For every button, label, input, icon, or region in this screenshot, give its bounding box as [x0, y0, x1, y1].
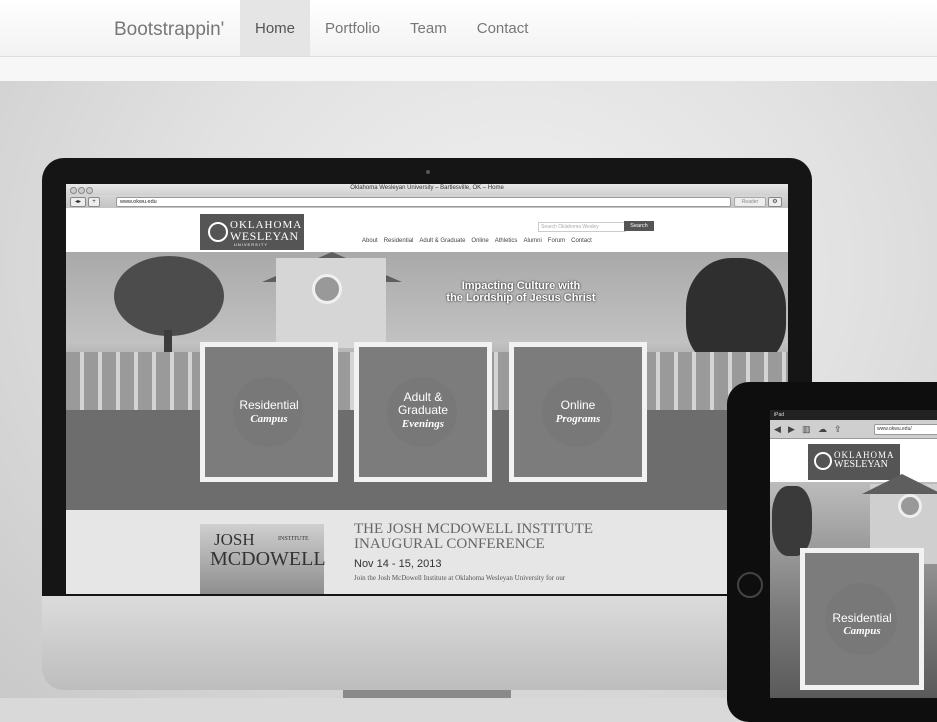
- event-image-text-mcdowell: MCDOWELL: [210, 548, 326, 570]
- tile-photo: Adult & Graduate Evenings: [359, 347, 487, 477]
- tablet-tile-subtitle: Campus: [843, 625, 881, 637]
- site-nav-about[interactable]: About: [362, 238, 378, 244]
- chapel-round-window: [312, 274, 342, 304]
- tile-residential-campus[interactable]: Residential Campus: [200, 342, 338, 482]
- tablet-logo-line-2: WESLEYAN: [834, 459, 888, 470]
- tablet-chapel-roof: [862, 474, 937, 494]
- tile-subtitle: Campus: [250, 413, 288, 425]
- navbar-spacer: [0, 57, 937, 81]
- site-search-input[interactable]: Search Oklahoma Wesley: [538, 222, 626, 232]
- tablet-browser-toolbar: ◀ ▶ ▥ ☁ ⇪ www.okwu.edu/: [770, 420, 937, 439]
- webcam-dot: [426, 170, 430, 174]
- site-nav-contact[interactable]: Contact: [571, 238, 592, 244]
- browser-toolbar: ◂▸ + www.okwu.edu Reader ⚙: [66, 195, 788, 209]
- event-title-line-1: THE JOSH MCDOWELL INSTITUTE: [354, 521, 593, 537]
- event-title-line-2: INAUGURAL CONFERENCE: [354, 536, 545, 552]
- back-forward-icon[interactable]: ◂▸: [70, 197, 86, 207]
- university-seal-icon: [208, 222, 228, 242]
- browser-titlebar: Oklahoma Wesleyan University – Bartlesvi…: [66, 184, 788, 195]
- desktop-screen: Oklahoma Wesleyan University – Bartlesvi…: [66, 184, 788, 594]
- event-image-text-josh: JOSH: [214, 530, 255, 549]
- share-icon[interactable]: ⇪: [834, 424, 842, 434]
- site-nav-residential[interactable]: Residential: [384, 238, 414, 244]
- site-nav-forum[interactable]: Forum: [548, 238, 565, 244]
- add-bookmark-icon[interactable]: +: [88, 197, 100, 207]
- browser-url-bar[interactable]: www.okwu.edu: [116, 197, 731, 207]
- site-nav-alumni[interactable]: Alumni: [523, 238, 541, 244]
- site-header: OKLAHOMA WESLEYAN UNIVERSITY Search Okla…: [66, 208, 788, 252]
- bookmarks-icon[interactable]: ▥: [802, 424, 811, 434]
- tile-online-programs[interactable]: Online Programs: [509, 342, 647, 482]
- event-section: JOSH INSTITUTE MCDOWELL THE JOSH MCDOWEL…: [66, 510, 788, 594]
- site-nav-adult-graduate[interactable]: Adult & Graduate: [419, 238, 465, 244]
- logo-line-3: UNIVERSITY: [234, 242, 269, 247]
- reader-button[interactable]: Reader: [734, 197, 766, 207]
- tile-circle: [542, 377, 612, 447]
- hero-tagline-line-1: Impacting Culture with: [461, 280, 581, 292]
- nav-team[interactable]: Team: [395, 0, 462, 56]
- tile-subtitle: Programs: [555, 413, 601, 425]
- desktop-monitor-chin: [42, 596, 812, 690]
- navbar-links: Home Portfolio Team Contact: [240, 0, 543, 56]
- tree-left: [114, 256, 224, 336]
- site-nav-athletics[interactable]: Athletics: [495, 238, 518, 244]
- event-description: Join the Josh McDowell Institute at Okla…: [354, 574, 566, 582]
- tablet-home-button: [737, 572, 763, 598]
- tablet-tile-photo: Residential Campus: [805, 553, 919, 685]
- tablet-url-bar[interactable]: www.okwu.edu/: [874, 424, 937, 435]
- hero-tagline: Impacting Culture with the Lordship of J…: [421, 280, 621, 304]
- event-image[interactable]: JOSH INSTITUTE MCDOWELL: [200, 524, 326, 594]
- tablet-tree: [772, 486, 812, 556]
- okwu-logo[interactable]: OKLAHOMA WESLEYAN UNIVERSITY: [200, 214, 304, 250]
- tablet-status-bar: iPad: [770, 410, 937, 420]
- navbar-brand[interactable]: Bootstrappin': [114, 19, 224, 41]
- tile-circle: [233, 377, 303, 447]
- forward-arrow-icon[interactable]: ▶: [788, 424, 795, 434]
- tablet-screen: iPad ◀ ▶ ▥ ☁ ⇪ www.okwu.edu/ OKLAHOMA WE…: [770, 410, 937, 698]
- site-search-button[interactable]: Search: [624, 221, 654, 231]
- tablet-tile-title: Residential: [832, 611, 892, 625]
- nav-home[interactable]: Home: [240, 0, 311, 56]
- back-arrow-icon[interactable]: ◀: [774, 424, 781, 434]
- site-hero: Impacting Culture with the Lordship of J…: [66, 252, 788, 510]
- site-nav: About Residential Adult & Graduate Onlin…: [362, 238, 592, 244]
- browser-window-title: Oklahoma Wesleyan University – Bartlesvi…: [350, 185, 504, 191]
- hero-tagline-line-2: the Lordship of Jesus Christ: [446, 292, 596, 304]
- cloud-tabs-icon[interactable]: ☁: [818, 424, 827, 434]
- nav-contact[interactable]: Contact: [462, 0, 544, 56]
- nav-portfolio[interactable]: Portfolio: [310, 0, 395, 56]
- university-seal-icon: [814, 452, 832, 470]
- top-navbar: Bootstrappin' Home Portfolio Team Contac…: [0, 0, 937, 57]
- event-date: Nov 14 - 15, 2013: [354, 558, 442, 570]
- event-title[interactable]: THE JOSH MCDOWELL INSTITUTE INAUGURAL CO…: [354, 522, 694, 552]
- tile-title: Online: [560, 398, 596, 412]
- tile-adult-graduate[interactable]: Adult & Graduate Evenings: [354, 342, 492, 482]
- settings-gear-icon[interactable]: ⚙: [768, 197, 782, 207]
- tablet-hero: Residential Campus: [770, 474, 937, 698]
- tile-title-2: Graduate: [397, 403, 449, 417]
- desktop-monitor-stand: [343, 690, 511, 698]
- tile-subtitle: Evenings: [401, 418, 445, 430]
- tile-photo: Residential Campus: [205, 347, 333, 477]
- event-image-text-institute: INSTITUTE: [278, 536, 309, 542]
- tile-title: Residential: [239, 398, 299, 412]
- tablet-chapel-window: [898, 494, 922, 518]
- tile-photo: Online Programs: [514, 347, 642, 477]
- site-nav-online[interactable]: Online: [471, 238, 488, 244]
- tablet-tile-residential-campus[interactable]: Residential Campus: [800, 548, 924, 690]
